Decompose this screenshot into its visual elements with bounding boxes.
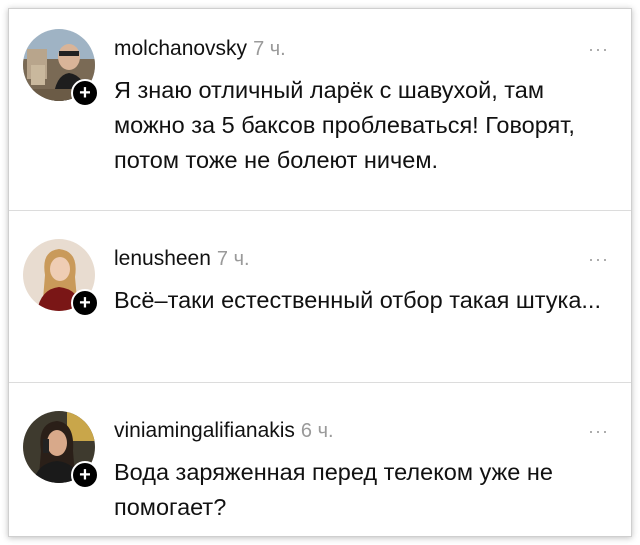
comment-item: + molchanovsky 7 ч. ··· Я знаю отличный л… bbox=[9, 9, 631, 211]
more-options-icon[interactable]: ··· bbox=[588, 421, 609, 442]
timestamp: 6 ч. bbox=[300, 420, 334, 442]
comments-panel: + molchanovsky 7 ч. ··· Я знаю отличный л… bbox=[8, 8, 632, 537]
follow-plus-icon[interactable]: + bbox=[71, 461, 99, 489]
comment-item: + lenusheen 7 ч. ··· Всё–таки естественны… bbox=[9, 211, 631, 383]
comment-text: Всё–таки естественный отбор такая штука.… bbox=[114, 287, 601, 313]
username[interactable]: lenusheen bbox=[114, 247, 211, 270]
avatar-wrap: + bbox=[23, 29, 99, 107]
avatar-wrap: + bbox=[23, 239, 99, 317]
more-options-icon[interactable]: ··· bbox=[588, 249, 609, 270]
comment-header: lenusheen 7 ч. bbox=[114, 247, 250, 271]
follow-plus-icon[interactable]: + bbox=[71, 79, 99, 107]
timestamp: 7 ч. bbox=[216, 248, 250, 270]
follow-plus-icon[interactable]: + bbox=[71, 289, 99, 317]
comment-header: molchanovsky 7 ч. bbox=[114, 37, 286, 61]
comment-text: Я знаю отличный ларёк с шавухой, там мож… bbox=[114, 77, 575, 173]
more-options-icon[interactable]: ··· bbox=[588, 39, 609, 60]
comment-header: viniamingalifianakis 6 ч. bbox=[114, 419, 334, 443]
username[interactable]: molchanovsky bbox=[114, 37, 247, 60]
comment-text: Вода заряженная перед телеком уже не пом… bbox=[114, 459, 553, 520]
username[interactable]: viniamingalifianakis bbox=[114, 419, 295, 442]
comment-item: + viniamingalifianakis 6 ч. ··· Вода заря… bbox=[9, 383, 631, 536]
timestamp: 7 ч. bbox=[253, 38, 286, 60]
avatar-wrap: + bbox=[23, 411, 99, 489]
